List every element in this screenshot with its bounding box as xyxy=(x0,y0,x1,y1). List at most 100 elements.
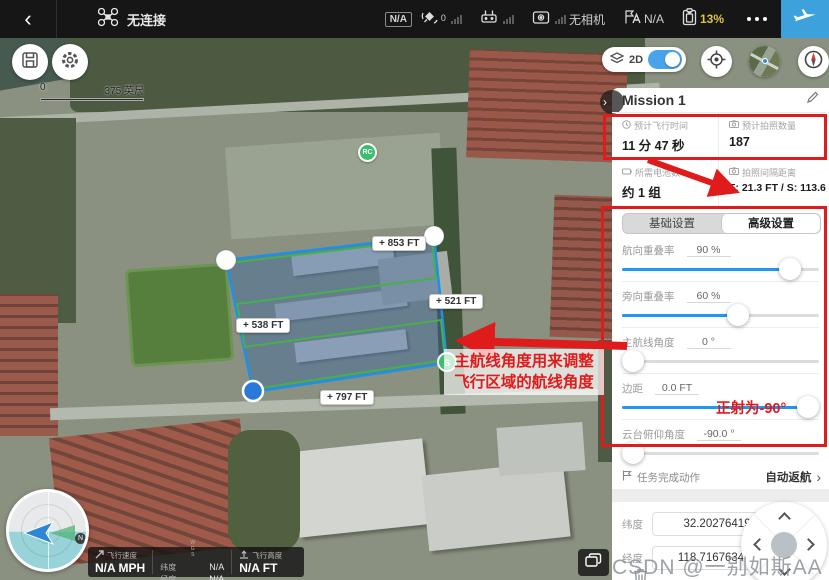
minimap-button[interactable] xyxy=(749,46,780,77)
side-overlap-slider[interactable] xyxy=(622,303,819,327)
route-angle-value[interactable]: 0 ° xyxy=(687,336,731,349)
aircraft-status[interactable]: 无连接 xyxy=(57,7,182,32)
map-building xyxy=(294,329,408,363)
edge-length-label: + 538 FT xyxy=(236,318,290,333)
map-building xyxy=(421,461,570,551)
locate-button[interactable] xyxy=(701,46,732,77)
rc-location-marker: RC xyxy=(358,143,377,162)
scale-zero: 0 xyxy=(40,82,46,97)
save-icon xyxy=(21,51,39,74)
map-plaza xyxy=(225,133,446,240)
stat-battery-count: 所需电池数 约 1 组 xyxy=(612,159,718,206)
slider-gimbal-pitch: 云台俯仰角度 -90.0 ° xyxy=(622,420,819,465)
slider-thumb[interactable] xyxy=(727,304,749,326)
course-overlap-value[interactable]: 90 % xyxy=(687,244,731,257)
aircraft-heading-icon xyxy=(9,492,89,572)
course-overlap-slider[interactable] xyxy=(622,257,819,281)
map-mode-pill: 2D xyxy=(602,47,686,72)
compass-orientation-button[interactable] xyxy=(798,46,829,77)
dpad-down-button[interactable] xyxy=(778,563,791,576)
telemetry-speed: 飞行速度 N/A MPH xyxy=(88,547,152,577)
map-2d-toggle[interactable] xyxy=(648,50,682,69)
gimbal-pitch-value[interactable]: -90.0 ° xyxy=(697,428,741,441)
slider-thumb[interactable] xyxy=(622,350,644,372)
remote-controller-icon xyxy=(480,9,498,29)
rc-signal-bars xyxy=(503,14,514,24)
battery-percent: 13% xyxy=(700,12,724,26)
flight-mode-indicator[interactable]: N/A xyxy=(623,9,664,30)
edge-length-label: + 521 FT xyxy=(429,294,483,309)
route-angle-slider[interactable] xyxy=(622,349,819,373)
coordinates-section: 纬度 32.202764195 经度 118.716763493 xyxy=(612,502,829,580)
slider-course-overlap: 航向重叠率 90 % xyxy=(622,236,819,282)
delete-vertex-button[interactable] xyxy=(632,567,649,580)
crosshair-icon xyxy=(707,50,726,74)
map-layer-switch-button[interactable] xyxy=(578,549,609,576)
panel-header: Mission 1 xyxy=(612,88,829,113)
more-menu-button[interactable] xyxy=(747,17,767,21)
stat-photo-interval: 拍照间隔距离 F: 21.3 FT / S: 113.6 FT xyxy=(718,159,829,206)
slider-thumb[interactable] xyxy=(797,396,819,418)
camera-icon xyxy=(729,120,739,130)
camera-transmission-icon xyxy=(532,10,550,29)
dpad-right-button[interactable] xyxy=(802,538,815,551)
margin-value[interactable]: 0.0 FT xyxy=(655,382,699,395)
airplane-icon xyxy=(793,6,817,33)
map-sports-field xyxy=(125,263,235,368)
gps-signal-indicator[interactable]: 0 xyxy=(421,9,462,30)
mission-title: Mission 1 xyxy=(622,92,686,108)
advanced-settings: 航向重叠率 90 % 旁向重叠率 60 % 主航线角度 xyxy=(612,236,829,465)
stat-photo-count: 预计拍照数量 187 xyxy=(718,113,829,159)
slider-side-overlap: 旁向重叠率 60 % xyxy=(622,282,819,328)
flight-mode-icon xyxy=(623,9,641,30)
flag-icon xyxy=(622,468,632,486)
back-button[interactable]: ‹ xyxy=(0,0,56,38)
side-overlap-value[interactable]: 60 % xyxy=(687,290,731,303)
minimap-icon xyxy=(749,46,780,77)
margin-slider[interactable] xyxy=(622,395,819,419)
slider-route-angle: 主航线角度 0 ° xyxy=(622,328,819,374)
edit-pencil-icon[interactable] xyxy=(806,91,819,109)
mission-stats: 预计飞行时间 11 分 47 秒 预计拍照数量 187 所需 xyxy=(612,113,829,207)
telemetry-bar: 飞行速度 N/A MPH WGS 纬度N/A 经度N/A 飞行高度 N/A FT xyxy=(88,547,304,577)
mission-panel: › Mission 1 预计飞行时间 11 分 47 秒 xyxy=(612,88,829,580)
map-trees xyxy=(228,430,300,552)
slider-thumb[interactable] xyxy=(779,258,801,280)
save-mission-button[interactable] xyxy=(12,44,48,80)
satellite-icon xyxy=(421,9,438,30)
speed-icon xyxy=(95,550,104,561)
drone-icon xyxy=(97,7,119,32)
battery-icon xyxy=(622,167,632,177)
dpad-left-button[interactable] xyxy=(753,538,766,551)
telemetry-coords: WGS 纬度N/A 经度N/A xyxy=(153,547,231,577)
stat-flight-time: 预计飞行时间 11 分 47 秒 xyxy=(612,113,718,159)
compass-icon xyxy=(803,49,824,75)
tab-advanced-settings[interactable]: 高级设置 xyxy=(721,214,820,234)
altitude-icon xyxy=(239,550,249,561)
rc-signal-indicator[interactable] xyxy=(480,9,514,29)
attitude-compass[interactable]: N xyxy=(6,489,89,572)
camera-icon xyxy=(729,167,739,177)
telemetry-altitude: 飞行高度 N/A FT xyxy=(232,547,289,577)
gps-signal-bars xyxy=(451,14,462,24)
north-badge: N xyxy=(75,533,86,544)
camera-settings-button[interactable] xyxy=(52,44,88,80)
settings-tabs: 基础设置 高级设置 xyxy=(622,213,821,235)
battery-indicator[interactable]: 13% xyxy=(682,8,724,31)
dpad-up-button[interactable] xyxy=(778,512,791,525)
nudge-dpad xyxy=(741,502,827,580)
finish-action-row[interactable]: 任务完成动作 自动返航 › xyxy=(612,465,829,489)
takeoff-button[interactable] xyxy=(781,0,829,38)
app-screen: S + 853 FT + 521 FT + 538 FT + 797 FT RC… xyxy=(0,0,829,580)
section-separator xyxy=(612,489,829,502)
status-na-badge: N/A xyxy=(385,12,412,27)
top-status-bar: ‹ 无连接 N/A 0 xyxy=(0,0,829,38)
map-building xyxy=(496,422,585,476)
gimbal-pitch-slider[interactable] xyxy=(622,441,819,465)
dpad-center-knob[interactable] xyxy=(771,532,797,558)
tab-basic-settings[interactable]: 基础设置 xyxy=(623,214,721,234)
scale-distance: 375 英尺 xyxy=(105,82,144,97)
slider-thumb[interactable] xyxy=(622,442,644,464)
clock-icon xyxy=(622,120,631,131)
camera-signal-indicator[interactable]: 无相机 xyxy=(532,10,605,29)
